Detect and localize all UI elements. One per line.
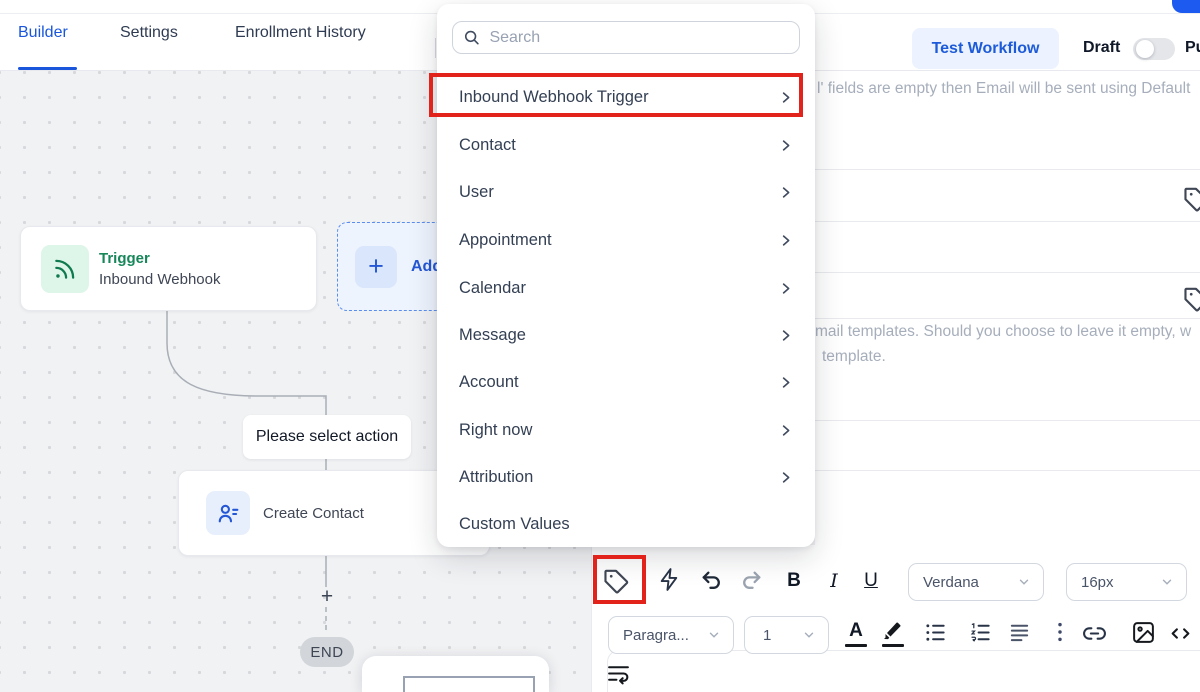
menu-item-right-now[interactable]: Right now <box>437 406 815 454</box>
chevron-right-icon <box>778 375 793 390</box>
action-picker-dropdown: Inbound Webhook Trigger Contact User App… <box>437 4 815 547</box>
bottom-popup-card <box>362 656 549 692</box>
panel-note-mid-2: template. <box>822 348 886 366</box>
trigger-link-bolt-icon[interactable] <box>657 567 682 592</box>
line-height-select[interactable]: 1 <box>744 616 829 654</box>
chevron-right-icon <box>778 281 793 296</box>
chevron-right-icon <box>778 233 793 248</box>
menu-item-inbound-webhook-trigger[interactable]: Inbound Webhook Trigger <box>437 73 815 121</box>
chevron-right-icon <box>778 138 793 153</box>
end-badge: END <box>300 637 354 667</box>
tab-settings[interactable]: Settings <box>120 24 178 42</box>
panel-note-top: l' fields are empty then Email will be s… <box>817 80 1190 98</box>
divider <box>815 169 1200 170</box>
trigger-node[interactable]: Trigger Inbound Webhook <box>20 226 317 311</box>
toggle-knob <box>1136 40 1154 58</box>
workflow-builder-app: Trigger Inbound Webhook + Add Please sel… <box>0 0 1200 692</box>
divider <box>815 420 1200 421</box>
undo-icon[interactable] <box>699 568 724 593</box>
font-size-value: 16px <box>1081 574 1114 591</box>
panel-note-mid-1: mail templates. Should you choose to lea… <box>815 323 1191 341</box>
menu-item-calendar[interactable]: Calendar <box>437 264 815 312</box>
plus-icon: + <box>355 246 397 288</box>
chevron-right-icon <box>778 423 793 438</box>
menu-item-appointment[interactable]: Appointment <box>437 216 815 264</box>
italic-button[interactable]: I <box>823 569 845 593</box>
menu-item-attribution[interactable]: Attribution <box>437 453 815 501</box>
font-size-select[interactable]: 16px <box>1066 563 1187 601</box>
highlight-color-bar <box>882 644 904 647</box>
trigger-node-subtitle: Inbound Webhook <box>99 271 221 288</box>
select-action-prompt: Please select action <box>243 415 411 459</box>
divider <box>815 272 1200 273</box>
bottom-popup-field[interactable] <box>403 676 535 692</box>
webhook-broadcast-icon <box>41 245 89 293</box>
menu-item-message[interactable]: Message <box>437 311 815 359</box>
draft-label: Draft <box>1083 39 1120 57</box>
active-tab-underline <box>18 67 77 70</box>
paragraph-style-select[interactable]: Paragra... <box>608 616 734 654</box>
align-text-icon[interactable] <box>1008 621 1031 644</box>
more-options-kebab-icon[interactable] <box>1049 619 1071 645</box>
search-icon <box>463 28 480 47</box>
chevron-right-icon <box>778 90 793 105</box>
chevron-right-icon <box>778 185 793 200</box>
editor-body-border <box>607 650 1200 692</box>
divider <box>815 470 1200 471</box>
menu-item-custom-values[interactable]: Custom Values <box>437 500 815 548</box>
chevron-right-icon <box>778 328 793 343</box>
line-height-value: 1 <box>763 627 771 644</box>
menu-item-account[interactable]: Account <box>437 358 815 406</box>
tab-enrollment-history[interactable]: Enrollment History <box>235 24 366 42</box>
chevron-down-icon <box>1160 575 1174 589</box>
insert-image-icon[interactable] <box>1131 620 1156 645</box>
chevron-down-icon <box>707 628 721 642</box>
create-contact-label: Create Contact <box>263 505 364 522</box>
divider <box>815 221 1200 222</box>
text-color-bar <box>845 644 867 647</box>
font-family-value: Verdana <box>923 574 979 591</box>
publish-label: Pu <box>1185 39 1200 57</box>
tag-icon[interactable] <box>1183 286 1200 318</box>
tag-icon[interactable] <box>1183 186 1200 218</box>
email-settings-panel: l' fields are empty then Email will be s… <box>815 71 1200 545</box>
chevron-down-icon <box>802 628 816 642</box>
numbered-list-icon[interactable] <box>969 621 992 644</box>
add-step-plus[interactable]: + <box>317 587 337 607</box>
test-workflow-button[interactable]: Test Workflow <box>912 28 1059 69</box>
cutoff-blue-button[interactable] <box>1172 0 1200 13</box>
menu-item-contact[interactable]: Contact <box>437 121 815 169</box>
bullet-list-icon[interactable] <box>924 621 947 644</box>
code-view-icon[interactable] <box>1168 621 1193 646</box>
action-search-box[interactable] <box>452 21 800 54</box>
header-divider <box>435 38 436 58</box>
chevron-down-icon <box>1017 575 1031 589</box>
trigger-node-title: Trigger <box>99 250 221 267</box>
publish-toggle[interactable] <box>1133 38 1175 60</box>
underline-button[interactable]: U <box>860 569 882 593</box>
text-color-button[interactable]: A <box>845 620 867 642</box>
chevron-right-icon <box>778 470 793 485</box>
action-search-input[interactable] <box>489 29 789 47</box>
text-wrap-icon[interactable] <box>606 661 631 686</box>
merge-tag-button[interactable] <box>598 563 634 599</box>
menu-item-user[interactable]: User <box>437 168 815 216</box>
paragraph-style-value: Paragra... <box>623 627 689 644</box>
divider <box>815 318 1200 319</box>
bold-button[interactable]: B <box>783 569 805 593</box>
font-family-select[interactable]: Verdana <box>908 563 1044 601</box>
tab-builder[interactable]: Builder <box>18 24 68 42</box>
redo-icon[interactable] <box>739 568 764 593</box>
highlighter-icon[interactable] <box>881 618 905 642</box>
contact-person-icon <box>206 491 250 535</box>
link-icon[interactable] <box>1082 621 1107 646</box>
